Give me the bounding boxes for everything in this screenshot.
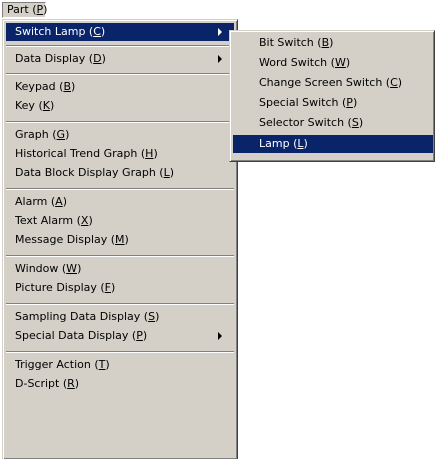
menu-item-key[interactable]: Key (K) — [6, 97, 234, 115]
switch-lamp-submenu: Bit Switch (B) Word Switch (W) Change Sc… — [229, 30, 435, 162]
menu-item-keypad[interactable]: Keypad (B) — [6, 78, 234, 96]
menu-item-label: Key (K) — [15, 99, 55, 112]
submenu-arrow-icon — [218, 28, 222, 36]
menu-item-label: Graph (G) — [15, 128, 70, 141]
submenu-item-change-screen-switch[interactable]: Change Screen Switch (C) — [233, 74, 433, 92]
menu-item-d-script[interactable]: D-Script (R) — [6, 375, 234, 393]
submenu-item-word-switch[interactable]: Word Switch (W) — [233, 54, 433, 72]
submenu-arrow-icon — [218, 332, 222, 340]
menu-item-label: Special Data Display (P) — [15, 329, 148, 342]
menu-separator — [6, 188, 234, 190]
submenu-item-selector-switch[interactable]: Selector Switch (S) — [233, 114, 433, 132]
menu-item-label: Selector Switch (S) — [259, 116, 364, 129]
menu-separator — [6, 73, 234, 75]
menu-item-historical-trend-graph[interactable]: Historical Trend Graph (H) — [6, 145, 234, 163]
menu-item-sampling-data-display[interactable]: Sampling Data Display (S) — [6, 308, 234, 326]
submenu-item-bit-switch[interactable]: Bit Switch (B) — [233, 34, 433, 52]
menu-item-text-alarm[interactable]: Text Alarm (X) — [6, 212, 234, 230]
menu-item-label: D-Script (R) — [15, 377, 80, 390]
menu-item-label: Lamp (L) — [259, 137, 308, 150]
menu-item-label: Text Alarm (X) — [15, 214, 93, 227]
menu-item-label: Window (W) — [15, 262, 82, 275]
menu-item-label: Alarm (A) — [15, 195, 67, 208]
menu-item-special-data-display[interactable]: Special Data Display (P) — [6, 327, 234, 345]
menu-item-label: Picture Display (F) — [15, 281, 116, 294]
submenu-item-lamp[interactable]: Lamp (L) — [233, 135, 433, 153]
menu-separator — [6, 351, 234, 353]
menu-separator — [6, 255, 234, 257]
menu-item-message-display[interactable]: Message Display (M) — [6, 231, 234, 249]
menu-item-switch-lamp[interactable]: Switch Lamp (C) — [6, 23, 234, 41]
menu-item-label: Historical Trend Graph (H) — [15, 147, 158, 160]
menu-item-label: Bit Switch (B) — [259, 36, 334, 49]
menu-separator — [6, 121, 234, 123]
menu-item-window[interactable]: Window (W) — [6, 260, 234, 278]
menu-separator — [6, 303, 234, 305]
menu-item-picture-display[interactable]: Picture Display (F) — [6, 279, 234, 297]
menu-item-label: Data Display (D) — [15, 52, 106, 65]
menu-bar: Part (P) — [0, 0, 437, 20]
menu-item-label: Special Switch (P) — [259, 96, 358, 109]
menu-part[interactable]: Part (P) — [2, 2, 47, 18]
menu-item-trigger-action[interactable]: Trigger Action (T) — [6, 356, 234, 374]
menu-item-label: Data Block Display Graph (L) — [15, 166, 175, 179]
menu-item-label: Change Screen Switch (C) — [259, 76, 403, 89]
submenu-arrow-icon — [218, 55, 222, 63]
menu-item-label: Trigger Action (T) — [15, 358, 110, 371]
submenu-item-special-switch[interactable]: Special Switch (P) — [233, 94, 433, 112]
menu-item-label: Keypad (B) — [15, 80, 76, 93]
menu-item-label: Sampling Data Display (S) — [15, 310, 160, 323]
menu-separator — [6, 45, 234, 47]
menu-item-data-block-display-graph[interactable]: Data Block Display Graph (L) — [6, 164, 234, 182]
menu-item-graph[interactable]: Graph (G) — [6, 126, 234, 144]
part-menu: Switch Lamp (C) Data Display (D) Keypad … — [2, 19, 238, 459]
menu-item-label: Switch Lamp (C) — [15, 25, 106, 38]
menu-item-label: Message Display (M) — [15, 233, 129, 246]
menu-item-data-display[interactable]: Data Display (D) — [6, 50, 234, 68]
menu-item-alarm[interactable]: Alarm (A) — [6, 193, 234, 211]
menu-item-label: Word Switch (W) — [259, 56, 351, 69]
